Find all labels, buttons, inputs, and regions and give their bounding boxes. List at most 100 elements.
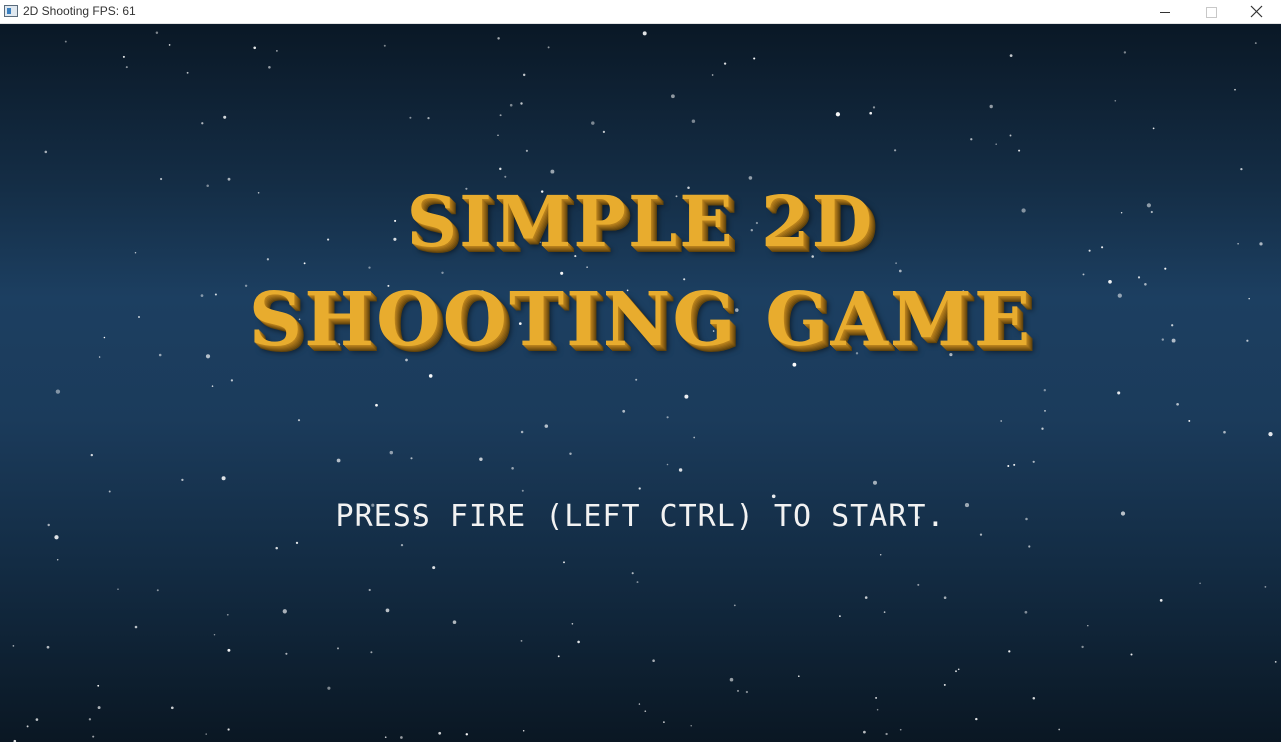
star xyxy=(642,31,647,36)
star xyxy=(1008,650,1011,653)
game-canvas[interactable]: SIMPLE 2D SHOOTING GAME PRESS FIRE (LEFT… xyxy=(0,25,1281,742)
star xyxy=(869,111,873,115)
star xyxy=(409,116,412,119)
star xyxy=(12,645,15,647)
star xyxy=(644,710,647,713)
star xyxy=(571,622,574,625)
star xyxy=(368,588,371,592)
star xyxy=(509,103,513,107)
star xyxy=(125,66,128,69)
star xyxy=(723,62,727,65)
star xyxy=(327,686,331,690)
star xyxy=(1152,127,1155,130)
window-titlebar[interactable]: 2D Shooting FPS: 61 xyxy=(0,0,1281,24)
star xyxy=(736,689,740,692)
star xyxy=(452,620,457,624)
star xyxy=(733,604,736,607)
star xyxy=(1032,697,1036,700)
star xyxy=(957,668,960,671)
star xyxy=(400,543,404,547)
minimize-button[interactable] xyxy=(1142,0,1188,24)
star xyxy=(989,104,993,109)
star xyxy=(602,130,606,134)
star xyxy=(108,490,111,493)
star xyxy=(1240,167,1243,171)
star xyxy=(156,589,159,592)
star xyxy=(1274,661,1277,663)
star xyxy=(943,683,946,686)
star xyxy=(122,55,125,58)
star xyxy=(1223,430,1226,434)
star xyxy=(26,725,29,728)
star xyxy=(1009,54,1013,57)
star xyxy=(90,453,93,457)
star xyxy=(285,652,288,655)
star xyxy=(511,467,514,470)
star xyxy=(631,572,634,575)
star xyxy=(569,452,572,456)
star xyxy=(370,651,373,654)
star xyxy=(872,480,878,485)
star xyxy=(1043,389,1046,392)
star xyxy=(522,729,525,732)
star xyxy=(1234,88,1236,91)
star xyxy=(213,633,216,636)
window-title: 2D Shooting FPS: 61 xyxy=(23,4,136,18)
star xyxy=(792,362,797,367)
star xyxy=(636,581,639,584)
star xyxy=(336,458,341,463)
star xyxy=(64,40,67,43)
star xyxy=(638,703,641,705)
star xyxy=(1009,134,1012,137)
star xyxy=(797,675,800,678)
star xyxy=(1082,273,1085,276)
star xyxy=(88,718,92,721)
star xyxy=(211,385,214,387)
star xyxy=(652,659,655,662)
star xyxy=(745,690,749,694)
star xyxy=(1159,599,1163,602)
star xyxy=(525,149,528,152)
minimize-icon xyxy=(1160,12,1170,13)
star xyxy=(1081,645,1084,649)
star xyxy=(943,596,947,599)
star xyxy=(885,732,888,736)
star xyxy=(427,116,430,120)
close-button[interactable] xyxy=(1234,0,1280,24)
star xyxy=(55,389,61,394)
star xyxy=(432,566,436,570)
star xyxy=(479,457,483,461)
star xyxy=(917,583,920,586)
star xyxy=(44,150,48,154)
maximize-button[interactable] xyxy=(1188,0,1234,24)
star xyxy=(995,143,997,145)
star xyxy=(693,436,696,439)
star xyxy=(499,114,502,117)
star xyxy=(560,271,564,275)
star xyxy=(92,735,95,738)
star xyxy=(1254,42,1257,45)
star xyxy=(521,489,524,492)
star xyxy=(638,487,641,490)
star xyxy=(684,394,689,399)
star xyxy=(375,403,378,407)
star xyxy=(970,138,973,141)
star xyxy=(864,596,868,599)
star xyxy=(771,494,776,499)
star xyxy=(35,718,39,721)
star xyxy=(1176,402,1179,406)
star xyxy=(497,134,499,136)
star xyxy=(227,728,230,731)
star xyxy=(223,115,227,119)
star xyxy=(863,730,866,734)
star xyxy=(97,706,101,710)
star xyxy=(678,468,683,472)
star xyxy=(168,44,171,46)
star xyxy=(586,266,588,268)
star xyxy=(160,177,163,181)
star xyxy=(56,559,59,561)
star xyxy=(1018,149,1021,152)
star xyxy=(268,66,271,69)
star xyxy=(170,706,174,710)
star xyxy=(544,424,549,428)
